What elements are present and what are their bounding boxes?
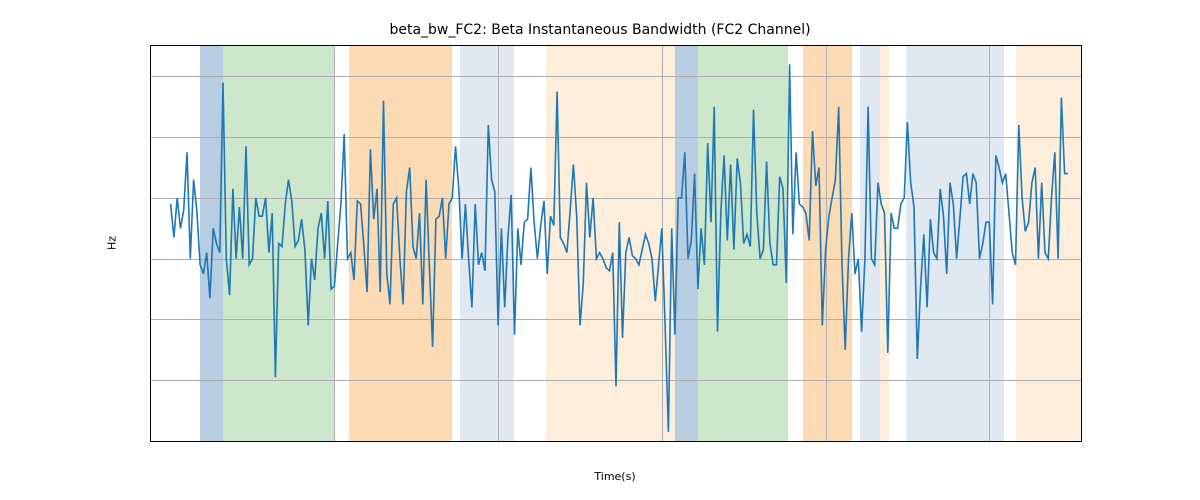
line-series (151, 46, 1081, 441)
x-tick-label: 1000 (320, 441, 348, 442)
y-tick-label: 6.2 (150, 374, 151, 387)
figure: beta_bw_FC2: Beta Instantaneous Bandwidt… (0, 0, 1200, 500)
x-tick-label: 4000 (812, 441, 840, 442)
gridline-horizontal (151, 441, 1081, 442)
y-axis-label: Hz (106, 235, 119, 249)
y-tick-label: 6.4 (150, 313, 151, 326)
y-tick-label: 7.0 (150, 131, 151, 144)
y-tick-label: 6.8 (150, 191, 151, 204)
y-tick-label: 6.0 (150, 435, 151, 443)
x-tick-label: 5000 (975, 441, 1003, 442)
chart-title: beta_bw_FC2: Beta Instantaneous Bandwidt… (0, 22, 1200, 38)
y-tick-label: 7.2 (150, 70, 151, 83)
x-tick-label: 3000 (648, 441, 676, 442)
x-tick-label: 2000 (484, 441, 512, 442)
x-axis-label: Time(s) (594, 470, 635, 483)
y-tick-label: 6.6 (150, 252, 151, 265)
plot-axes: 6.0 6.2 6.4 6.6 6.8 7.0 7.2 1000 2000 3000 4000 50… (150, 45, 1082, 442)
